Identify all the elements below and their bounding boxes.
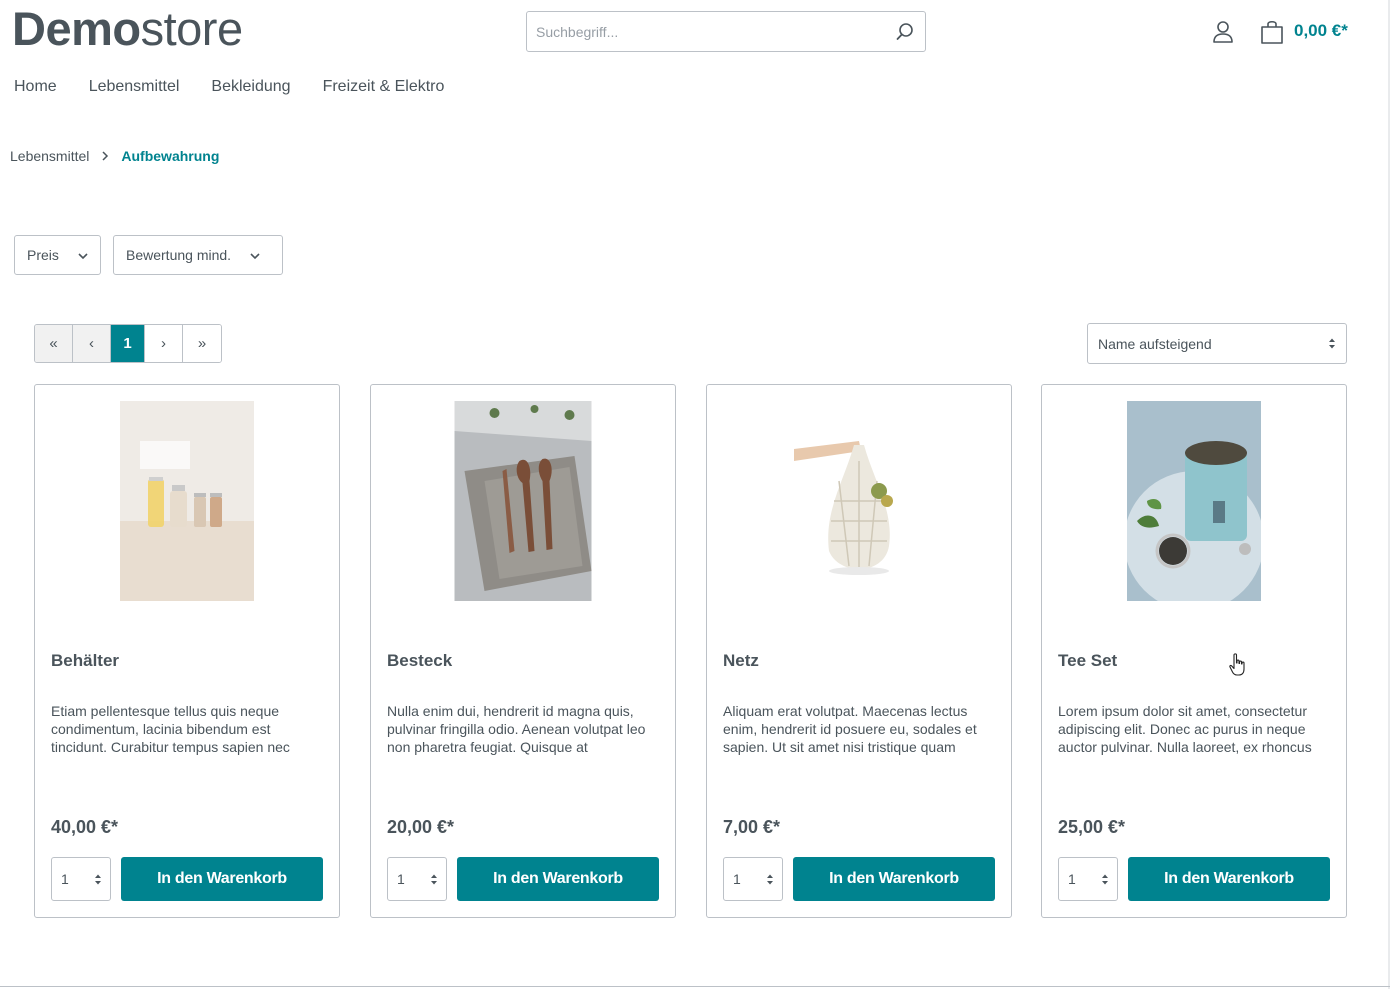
select-arrows-icon xyxy=(94,873,102,889)
search-icon[interactable] xyxy=(885,12,925,51)
quantity-value: 1 xyxy=(61,871,69,887)
nav-item-bekleidung[interactable]: Bekleidung xyxy=(211,78,290,96)
pagination-page-1[interactable]: 1 xyxy=(111,325,145,362)
product-price: 25,00 €* xyxy=(1058,817,1126,837)
breadcrumb: Lebensmittel Aufbewahrung xyxy=(10,148,219,164)
product-price: 40,00 €* xyxy=(51,817,119,837)
product-name[interactable]: Netz xyxy=(723,651,759,671)
store-logo[interactable]: Demostore xyxy=(12,4,243,54)
product-card: Besteck Nulla enim dui, hendrerit id mag… xyxy=(370,384,676,918)
product-image-jars[interactable] xyxy=(120,401,254,601)
product-name[interactable]: Tee Set xyxy=(1058,651,1117,671)
add-to-cart-button[interactable]: In den Warenkorb xyxy=(793,857,995,901)
select-arrows-icon xyxy=(1328,337,1336,353)
cart-total[interactable]: 0,00 €* xyxy=(1294,21,1348,41)
product-description: Aliquam erat volutpat. Maecenas lectus e… xyxy=(723,703,977,755)
pagination-next-button[interactable]: › xyxy=(145,325,183,362)
pagination-last-button[interactable]: » xyxy=(183,325,221,362)
chevron-down-icon xyxy=(249,247,261,263)
quantity-select[interactable]: 1 xyxy=(387,857,447,901)
product-image-cutlery[interactable] xyxy=(454,401,592,601)
filter-rating[interactable]: Bewertung mind. xyxy=(113,235,283,275)
add-to-cart-button[interactable]: In den Warenkorb xyxy=(457,857,659,901)
quantity-value: 1 xyxy=(733,871,741,887)
hand-cursor-icon xyxy=(1229,653,1247,682)
quantity-value: 1 xyxy=(1068,871,1076,887)
main-navigation: Home Lebensmittel Bekleidung Freizeit & … xyxy=(14,78,444,96)
add-to-cart-button[interactable]: In den Warenkorb xyxy=(121,857,323,901)
nav-item-freizeit-elektro[interactable]: Freizeit & Elektro xyxy=(323,78,445,96)
product-description: Nulla enim dui, hendrerit id magna quis,… xyxy=(387,703,646,755)
search-input[interactable] xyxy=(527,12,885,51)
product-card: Behälter Etiam pellentesque tellus quis … xyxy=(34,384,340,918)
breadcrumb-current[interactable]: Aufbewahrung xyxy=(121,148,219,164)
logo-bold-text: Demo xyxy=(12,2,141,55)
search-box xyxy=(526,11,926,52)
breadcrumb-parent[interactable]: Lebensmittel xyxy=(10,148,89,164)
chevron-down-icon xyxy=(77,247,89,263)
sort-selected-label: Name aufsteigend xyxy=(1098,335,1212,352)
select-arrows-icon xyxy=(430,873,438,889)
quantity-select[interactable]: 1 xyxy=(1058,857,1118,901)
pagination: « ‹ 1 › » xyxy=(34,324,222,363)
filter-price[interactable]: Preis xyxy=(14,235,101,275)
product-description: Etiam pellentesque tellus quis neque con… xyxy=(51,703,290,755)
product-price: 20,00 €* xyxy=(387,817,455,837)
product-card: Netz Aliquam erat volutpat. Maecenas lec… xyxy=(706,384,1012,918)
product-price: 7,00 €* xyxy=(723,817,781,837)
product-name[interactable]: Behälter xyxy=(51,651,119,671)
product-image-net-bag[interactable] xyxy=(789,401,929,601)
select-arrows-icon xyxy=(1101,873,1109,889)
pagination-prev-button[interactable]: ‹ xyxy=(73,325,111,362)
account-icon[interactable] xyxy=(1212,20,1234,44)
quantity-select[interactable]: 1 xyxy=(51,857,111,901)
product-image-tea-set[interactable] xyxy=(1127,401,1261,601)
product-description: Lorem ipsum dolor sit amet, consectetur … xyxy=(1058,703,1312,755)
select-arrows-icon xyxy=(766,873,774,889)
quantity-select[interactable]: 1 xyxy=(723,857,783,901)
logo-light-text: store xyxy=(140,2,244,55)
nav-item-home[interactable]: Home xyxy=(14,78,57,96)
nav-item-lebensmittel[interactable]: Lebensmittel xyxy=(89,78,180,96)
chevron-right-icon xyxy=(101,148,109,164)
filter-rating-label: Bewertung mind. xyxy=(126,247,232,263)
cart-icon[interactable] xyxy=(1259,19,1285,45)
quantity-value: 1 xyxy=(397,871,405,887)
page-bottom-divider xyxy=(0,986,1390,987)
sort-select[interactable]: Name aufsteigend xyxy=(1087,323,1347,364)
product-name[interactable]: Besteck xyxy=(387,651,452,671)
filter-price-label: Preis xyxy=(27,247,59,263)
add-to-cart-button[interactable]: In den Warenkorb xyxy=(1128,857,1330,901)
product-card: Tee Set Lorem ipsum dolor sit amet, cons… xyxy=(1041,384,1347,918)
pagination-first-button[interactable]: « xyxy=(35,325,73,362)
